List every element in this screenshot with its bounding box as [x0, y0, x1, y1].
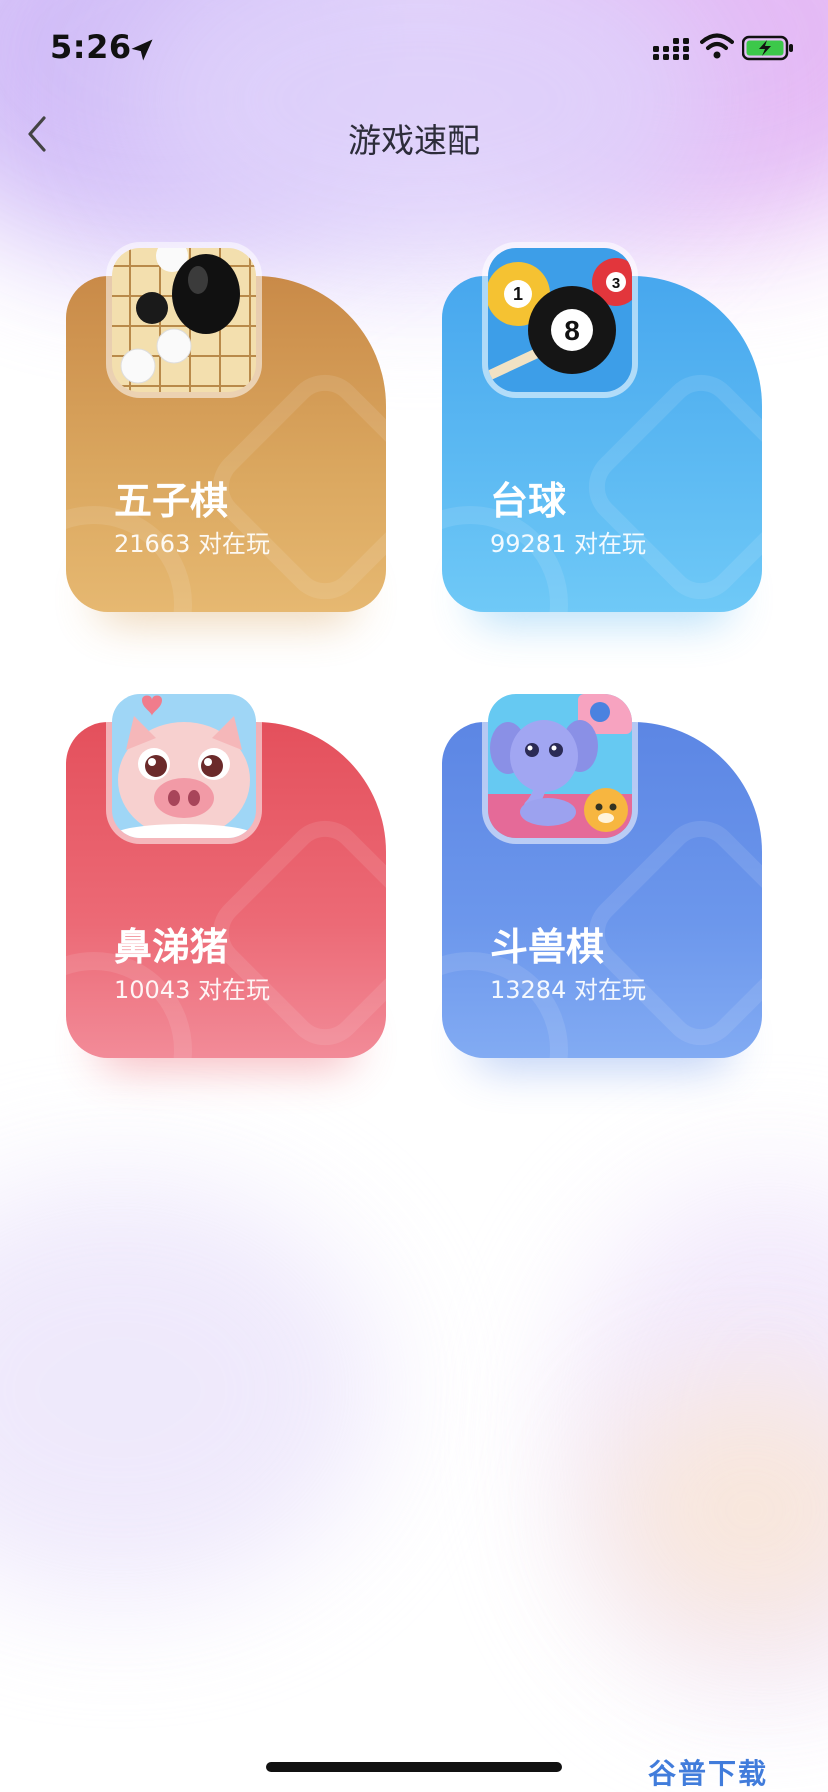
battery-charging-icon [742, 35, 793, 61]
billiards-icon: 1 3 8 [482, 242, 638, 398]
status-bar: 5:26 [0, 0, 828, 100]
game-title: 斗兽棋 [490, 925, 605, 969]
game-title: 五子棋 [114, 479, 229, 523]
wifi-icon [700, 33, 734, 59]
gomoku-icon [106, 242, 262, 398]
player-count: 21663 对在玩 [114, 530, 270, 558]
player-count: 99281 对在玩 [490, 530, 646, 558]
animal-chess-icon [482, 688, 638, 844]
pig-icon [106, 688, 262, 844]
home-indicator[interactable] [266, 1762, 562, 1772]
game-title: 鼻涕猪 [114, 925, 229, 969]
status-time: 5:26 [50, 28, 132, 66]
svg-text:1: 1 [513, 284, 523, 304]
cellular-signal-icon [653, 38, 689, 60]
game-card-animal-chess[interactable]: 斗兽棋 13284 对在玩 [442, 688, 762, 1068]
game-title: 台球 [490, 479, 567, 523]
player-count: 10043 对在玩 [114, 976, 270, 1004]
game-card-billiards[interactable]: 1 3 8 台球 99281 对在玩 [442, 242, 762, 622]
navigation-bar: 游戏速配 [0, 100, 828, 170]
svg-text:3: 3 [612, 275, 620, 292]
game-card-gomoku[interactable]: 五子棋 21663 对在玩 [66, 242, 386, 622]
player-count: 13284 对在玩 [490, 976, 646, 1004]
location-arrow-icon [131, 39, 153, 61]
watermark: 谷普下载 [648, 1757, 769, 1790]
svg-text:8: 8 [564, 315, 580, 346]
page-title: 游戏速配 [348, 121, 480, 160]
game-card-pig[interactable]: 鼻涕猪 10043 对在玩 [66, 688, 386, 1068]
